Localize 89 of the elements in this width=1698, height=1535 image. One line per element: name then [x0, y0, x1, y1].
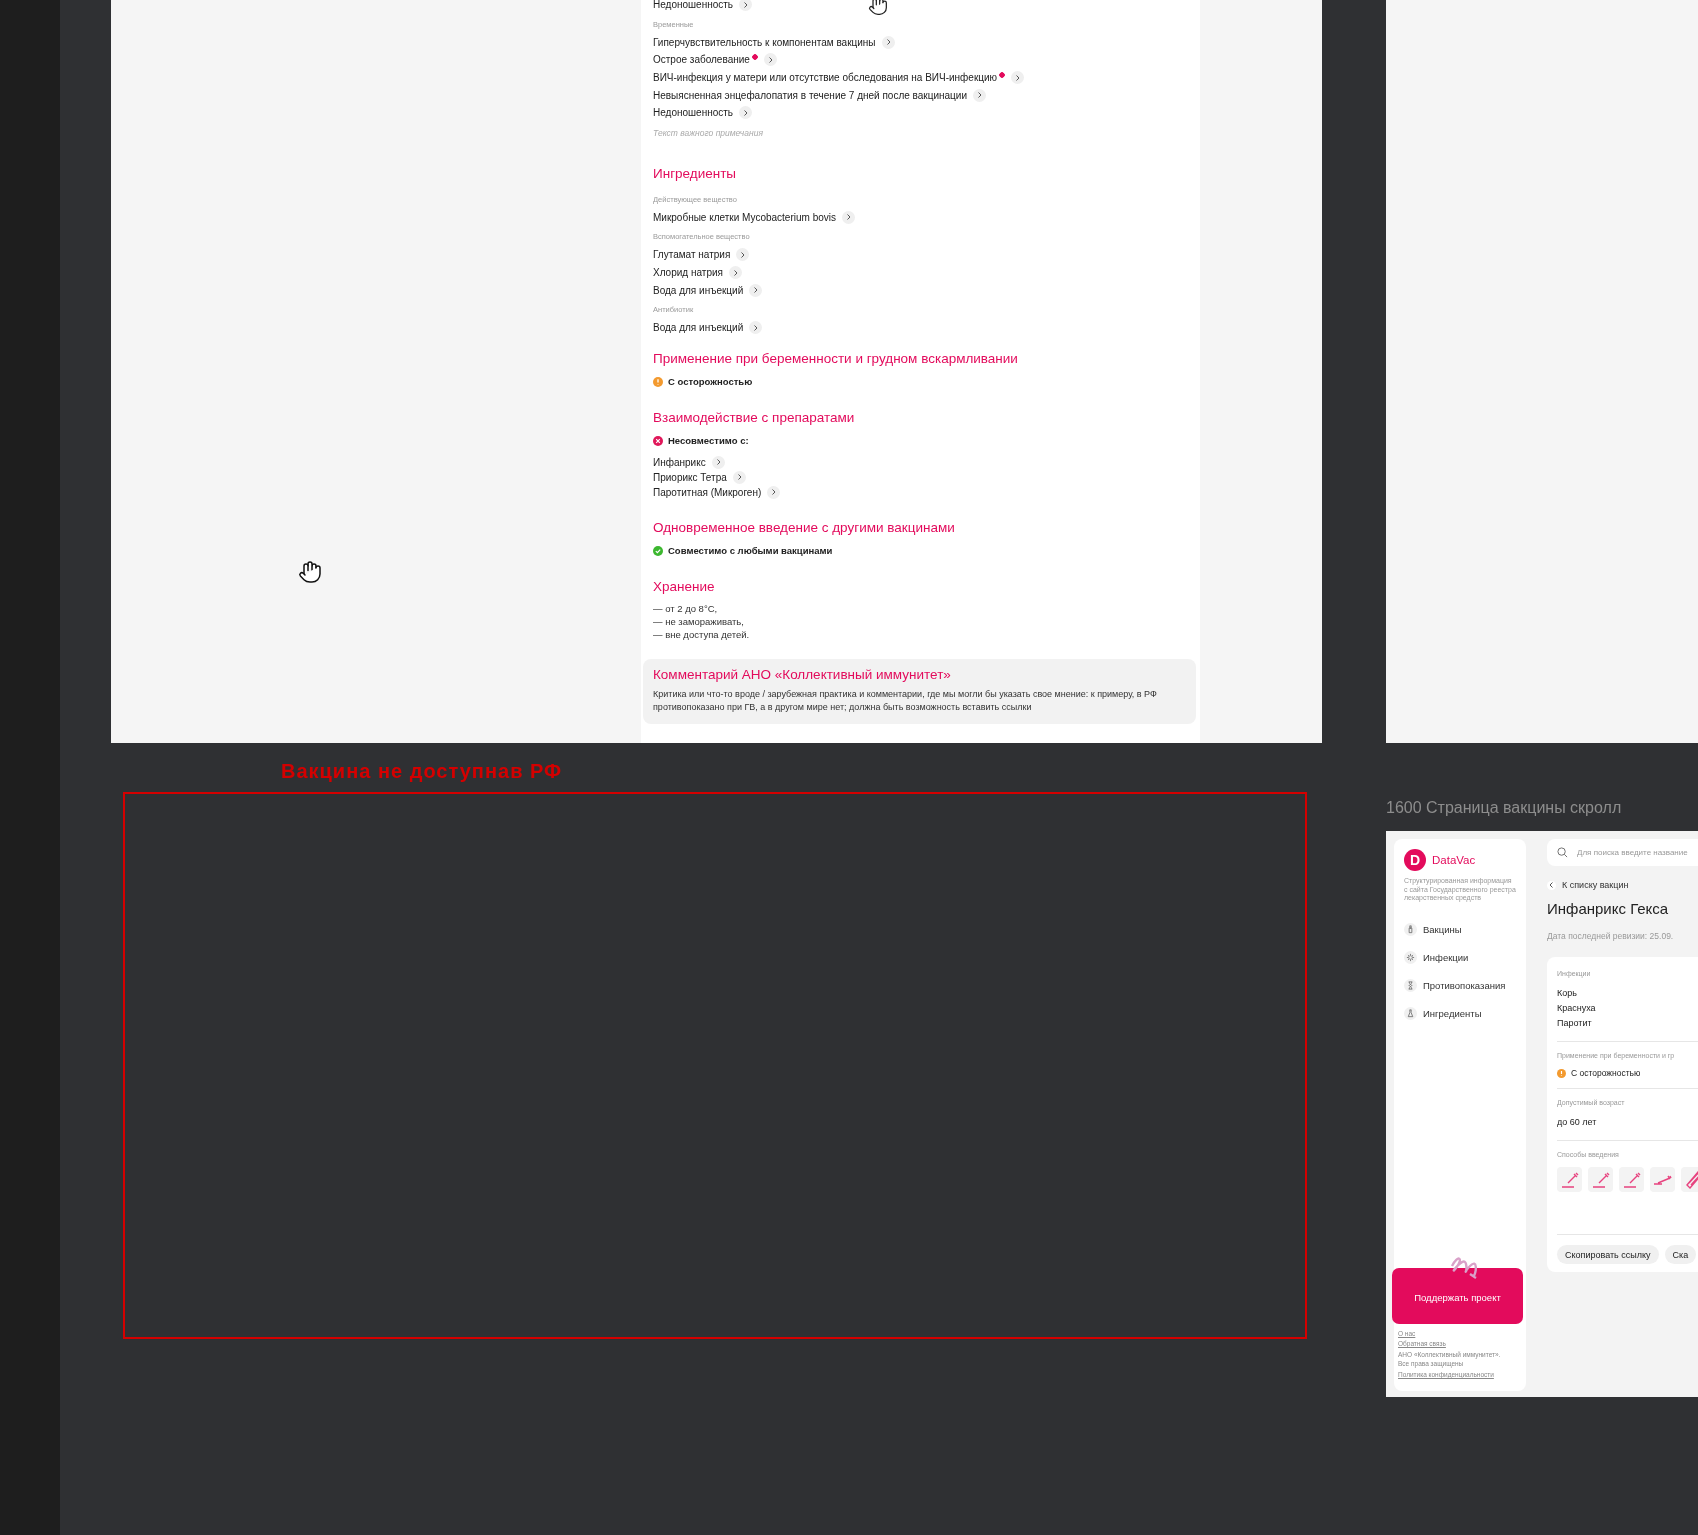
nav-item[interactable]: Противопоказания — [1404, 978, 1516, 992]
chevron-right-icon — [753, 287, 759, 294]
contraindication-text: ВИЧ-инфекция у матери или отсутствие обследования на ВИЧ-инфекцию — [653, 72, 1006, 84]
section-heading: Применение при беременности и грудном вскармливании — [653, 350, 1019, 366]
chevron-button[interactable] — [749, 321, 763, 335]
support-button[interactable]: Поддержать проект — [1392, 1268, 1523, 1324]
chevron-button[interactable] — [739, 106, 753, 120]
storage-line: — от 2 до 8°C, — [653, 601, 719, 615]
contraindication-text: Глутамат натрия — [653, 249, 731, 261]
contraindication-text: Гиперчувствительность к компонентам вакцины — [653, 36, 876, 48]
chevron-right-icon — [743, 1, 749, 8]
infection-text: Паротит — [1557, 1017, 1593, 1030]
revision-date: Дата последней ревизии: 25.09. — [1547, 931, 1675, 941]
section-heading: Одновременное введение с другими вакцинами — [653, 519, 956, 535]
nav-item[interactable]: Инфекции — [1404, 950, 1516, 964]
chevron-right-icon — [740, 251, 746, 258]
chevron-right-icon — [1015, 74, 1021, 81]
contraindication-text: Микробные клетки Mycobacterium bovis — [653, 211, 836, 223]
status-text: Несовместимо с: — [668, 435, 749, 447]
logo-mark: D — [1404, 849, 1426, 871]
chevron-right-icon — [885, 39, 891, 46]
chevron-right-icon — [753, 324, 759, 331]
chevron-button[interactable] — [763, 53, 777, 67]
logo-name: DataVac — [1432, 854, 1476, 866]
vial-icon — [1406, 924, 1415, 934]
infection-text: Краснуха — [1557, 1002, 1597, 1015]
note-text: Текст важного примечания — [653, 127, 764, 138]
vaccine-link[interactable]: Паротитная (Микроген) — [653, 486, 762, 498]
annotation-label: Вакцина не доступнав РФ — [281, 760, 563, 783]
contraindication-text: Недоношенность — [653, 0, 734, 11]
chevron-right-icon — [715, 459, 721, 466]
contraindication-text: Острое заболевание — [653, 54, 758, 66]
chevron-button[interactable] — [736, 248, 750, 262]
chevron-right-icon — [846, 214, 851, 221]
comment-title: Комментарий АНО «Коллективный иммунитет» — [653, 666, 952, 682]
flask-icon — [1406, 1008, 1415, 1018]
storage-line: — вне доступа детей. — [653, 627, 751, 641]
infection-text: Корь — [1557, 987, 1578, 1000]
vaccine-link[interactable]: Инфанрикс — [653, 456, 706, 468]
status-text: С осторожностью — [1571, 1068, 1641, 1078]
hourglass-icon — [1406, 980, 1415, 990]
status-text: Совместимо с любыми вакцинами — [668, 545, 833, 557]
chevron-right-icon — [771, 489, 777, 496]
vaccine-link[interactable]: Приорикс Тетра — [653, 471, 727, 483]
check-circle-icon — [653, 545, 663, 556]
storage-line: — не замораживать, — [653, 614, 745, 628]
search-icon — [1557, 847, 1568, 858]
chevron-left-icon — [1549, 882, 1554, 888]
contraindication-text: Невыясненная энцефалопатия в течение 7 дней после вакцинации — [653, 89, 967, 101]
warning-icon — [653, 376, 663, 387]
frame-title: 1600 Страница вакцины скролл — [1386, 799, 1622, 817]
chevron-right-icon — [736, 474, 742, 481]
contraindication-text: Вода для инъекций — [653, 284, 744, 296]
chevron-button[interactable] — [973, 88, 986, 102]
syringe-icon — [1653, 1174, 1672, 1185]
back-link[interactable]: К списку вакцин — [1547, 880, 1698, 890]
pen-icon — [1685, 1170, 1698, 1189]
hand-cursor-icon — [298, 560, 322, 584]
status-text: С осторожностью — [668, 376, 753, 388]
vaccine-title: Инфанрикс Гекса — [1547, 900, 1670, 917]
chevron-button[interactable] — [1011, 71, 1025, 85]
chevron-right-icon — [977, 92, 982, 99]
contraindication-text: Вода для инъекций — [653, 322, 744, 334]
section-heading: Ингредиенты — [653, 165, 738, 181]
chevron-button[interactable] — [749, 283, 763, 297]
chevron-button[interactable] — [842, 210, 855, 224]
contraindication-text: Хлорид натрия — [653, 267, 723, 279]
cross-circle-icon — [653, 435, 663, 446]
comment-text: Критика или что-то вроде / зарубежная практика и комментарии, где мы могли бы указать свое мнение: к примеру, в РФ противопоказано при ГВ, а в другом мире нет; должна быть возможность вставить ссылки — [653, 687, 1158, 714]
chevron-button[interactable] — [739, 0, 753, 12]
chevron-button[interactable] — [881, 35, 895, 49]
section-heading: Взаимодействие с препаратами — [653, 409, 856, 425]
chevron-button[interactable] — [767, 485, 781, 499]
chevron-button[interactable] — [732, 470, 746, 484]
action-button[interactable]: Ска — [1664, 1245, 1697, 1264]
virus-icon — [1406, 952, 1415, 962]
nav-item[interactable]: Вакцины — [1404, 922, 1516, 936]
chevron-right-icon — [732, 269, 738, 276]
chevron-right-icon — [743, 109, 749, 116]
warning-icon — [1557, 1068, 1566, 1078]
age-value: до 60 лет — [1557, 1116, 1598, 1129]
section-heading: Хранение — [653, 578, 716, 594]
contraindication-text: Недоношенность — [653, 107, 734, 119]
chevron-button[interactable] — [711, 455, 725, 469]
nav-item[interactable]: Ингредиенты — [1404, 1006, 1516, 1020]
action-button[interactable]: Скопировать ссылку — [1557, 1245, 1659, 1264]
chevron-button[interactable] — [728, 266, 742, 280]
search-field[interactable]: Для поиска введите название — [1547, 839, 1698, 866]
chevron-right-icon — [767, 57, 773, 63]
